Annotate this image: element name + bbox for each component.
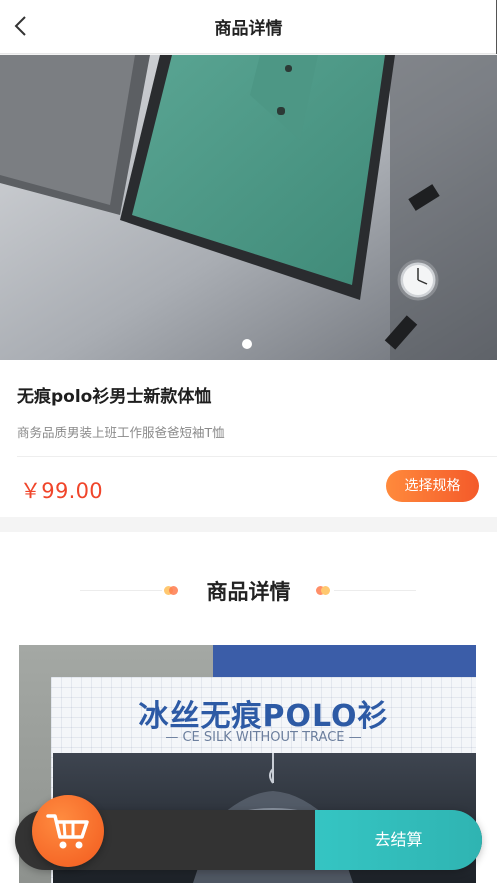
product-name: 无痕polo衫男士新款体恤 <box>17 387 212 407</box>
product-info-card: 无痕polo衫男士新款体恤 商务品质男装上班工作服爸爸短袖T恤 ￥99.00 选… <box>0 360 497 517</box>
page-title: 商品详情 <box>214 19 283 39</box>
checkout-button[interactable]: 去结算 <box>315 810 482 870</box>
shopping-cart-icon <box>46 814 89 849</box>
top-nav-bar: 商品详情 <box>0 0 497 54</box>
banner-title: 冰丝无痕POLO衫 <box>138 699 389 734</box>
detail-heading: 商品详情 <box>206 580 291 604</box>
cart-button[interactable] <box>32 795 104 867</box>
heading-line-right <box>334 590 416 591</box>
select-spec-button[interactable]: 选择规格 <box>386 470 479 502</box>
product-image-carousel[interactable] <box>0 55 497 360</box>
product-price: ￥99.00 <box>20 479 103 503</box>
banner-blue-stripe <box>213 645 476 681</box>
heading-dots-right-icon <box>316 585 330 596</box>
carousel-indicator-dot[interactable] <box>242 339 252 349</box>
product-subtitle: 商务品质男装上班工作服爸爸短袖T恤 <box>17 425 225 440</box>
info-divider <box>17 456 497 457</box>
product-photo <box>0 55 497 360</box>
banner-subtitle: — CE SILK WITHOUT TRACE — <box>165 730 362 745</box>
